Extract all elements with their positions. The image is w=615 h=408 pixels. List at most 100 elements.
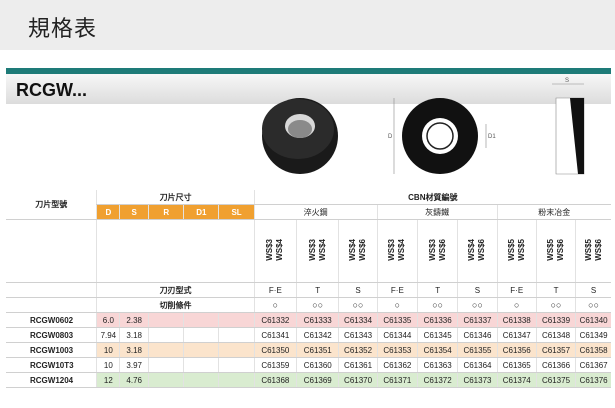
table-row: RCGW0602 6.0 2.38 C61332 C61333 C61334 C… [6, 312, 611, 328]
model-name: RCGW1204 [6, 372, 97, 388]
material-hardened-steel: 淬火鋼 [253, 204, 378, 220]
insert-illustrations: D D1 S [262, 78, 585, 175]
edge-type: F·E [496, 282, 537, 298]
product-code: C61366 [535, 357, 576, 373]
grade: WS$3 [427, 239, 437, 261]
dim-d-value: 6.0 [96, 312, 120, 328]
condition-symbol: ○○ [416, 297, 458, 313]
product-code: C61358 [575, 342, 611, 358]
condition-symbol: ○ [376, 297, 418, 313]
product-code: C61375 [535, 372, 576, 388]
edge-type: T [416, 282, 458, 298]
dim-d-value: 12 [96, 372, 120, 388]
grade: WS$3 [265, 239, 275, 261]
insert-3d-image [262, 98, 338, 174]
product-code: C61374 [496, 372, 537, 388]
product-code: C61333 [296, 312, 339, 328]
product-code: C61357 [535, 342, 576, 358]
dim-s-label: S [565, 78, 569, 84]
table-row: RCGW1003 10 3.18 C61350 C61351 C61352 C6… [6, 342, 611, 358]
edge-type: F·E [253, 282, 297, 298]
product-code: C61350 [253, 342, 297, 358]
dim-r: R [148, 204, 184, 220]
edge-type: T [535, 282, 576, 298]
product-code: C61346 [457, 327, 498, 343]
edge-type-label: 刀刃型式 [96, 282, 255, 298]
cbn-header: CBN材質編號 [253, 190, 611, 205]
condition-symbol: ○○ [457, 297, 498, 313]
product-code: C61351 [296, 342, 339, 358]
product-code: C61342 [296, 327, 339, 343]
product-code: C61352 [338, 342, 378, 358]
condition-symbol: ○○ [296, 297, 339, 313]
dim-d-value: 7.94 [96, 327, 120, 343]
product-code: C61344 [376, 327, 418, 343]
grade: WS$4 [467, 239, 477, 261]
grade: WS$5 [506, 239, 516, 261]
product-code: C61353 [376, 342, 418, 358]
product-code: C61371 [376, 372, 418, 388]
product-code: C61362 [376, 357, 418, 373]
edge-type: S [575, 282, 611, 298]
dim-s: S [119, 204, 149, 220]
product-code: C61332 [253, 312, 297, 328]
condition-symbol: ○○ [575, 297, 611, 313]
table-row: RCGW1204 12 4.76 C61368 C61369 C61370 C6… [6, 372, 611, 388]
dim-d-value: 10 [96, 357, 120, 373]
model-name: RCGW0602 [6, 312, 97, 328]
table-row: RCGW0803 7.94 3.18 C61341 C61342 C61343 … [6, 327, 611, 343]
dim-d: D [96, 204, 120, 220]
product-code: C61343 [338, 327, 378, 343]
product-code: C61370 [338, 372, 378, 388]
dim-s-value: 4.76 [119, 372, 149, 388]
cutting-condition-label: 切削條件 [96, 297, 255, 313]
product-code: C61359 [253, 357, 297, 373]
condition-symbol: ○ [253, 297, 297, 313]
edge-type: S [338, 282, 378, 298]
product-code: C61373 [457, 372, 498, 388]
insert-side-view: S [552, 78, 585, 175]
dim-s-value: 3.18 [119, 327, 149, 343]
model-name: RCGW1003 [6, 342, 97, 358]
edge-type: S [457, 282, 498, 298]
grade: WS$3 [387, 239, 397, 261]
product-code: C61348 [535, 327, 576, 343]
product-code: C61347 [496, 327, 537, 343]
product-code: C61365 [496, 357, 537, 373]
model-name: RCGW0803 [6, 327, 97, 343]
product-code: C61369 [296, 372, 339, 388]
model-header: 刀片型號 [6, 190, 97, 220]
product-code: C61368 [253, 372, 297, 388]
grade: WS$5 [583, 239, 593, 261]
product-code: C61341 [253, 327, 297, 343]
dim-s-value: 3.97 [119, 357, 149, 373]
dimension-group-header: 刀片尺寸 [96, 190, 255, 205]
product-code: C61345 [416, 327, 458, 343]
product-code: C61340 [575, 312, 611, 328]
product-code: C61367 [575, 357, 611, 373]
product-code: C61337 [457, 312, 498, 328]
product-code: C61360 [296, 357, 339, 373]
product-code: C61338 [496, 312, 537, 328]
dim-s-value: 2.38 [119, 312, 149, 328]
product-code: C61363 [416, 357, 458, 373]
condition-symbol: ○○ [338, 297, 378, 313]
product-code: C61356 [496, 342, 537, 358]
dim-sl: SL [218, 204, 255, 220]
grade: WS$5 [546, 239, 556, 261]
edge-type: T [296, 282, 339, 298]
grade: WS$3 [307, 239, 317, 261]
product-code: C61336 [416, 312, 458, 328]
condition-symbol: ○ [496, 297, 537, 313]
product-code: C61376 [575, 372, 611, 388]
product-code: C61335 [376, 312, 418, 328]
condition-symbol: ○○ [535, 297, 576, 313]
product-code: C61361 [338, 357, 378, 373]
dim-d-label: D [388, 134, 393, 140]
product-code: C61339 [535, 312, 576, 328]
product-code: C61349 [575, 327, 611, 343]
dim-d-value: 10 [96, 342, 120, 358]
product-code: C61364 [457, 357, 498, 373]
table-row: RCGW10T3 10 3.97 C61359 C61360 C61361 C6… [6, 357, 611, 373]
grade: WS$4 [348, 239, 358, 261]
